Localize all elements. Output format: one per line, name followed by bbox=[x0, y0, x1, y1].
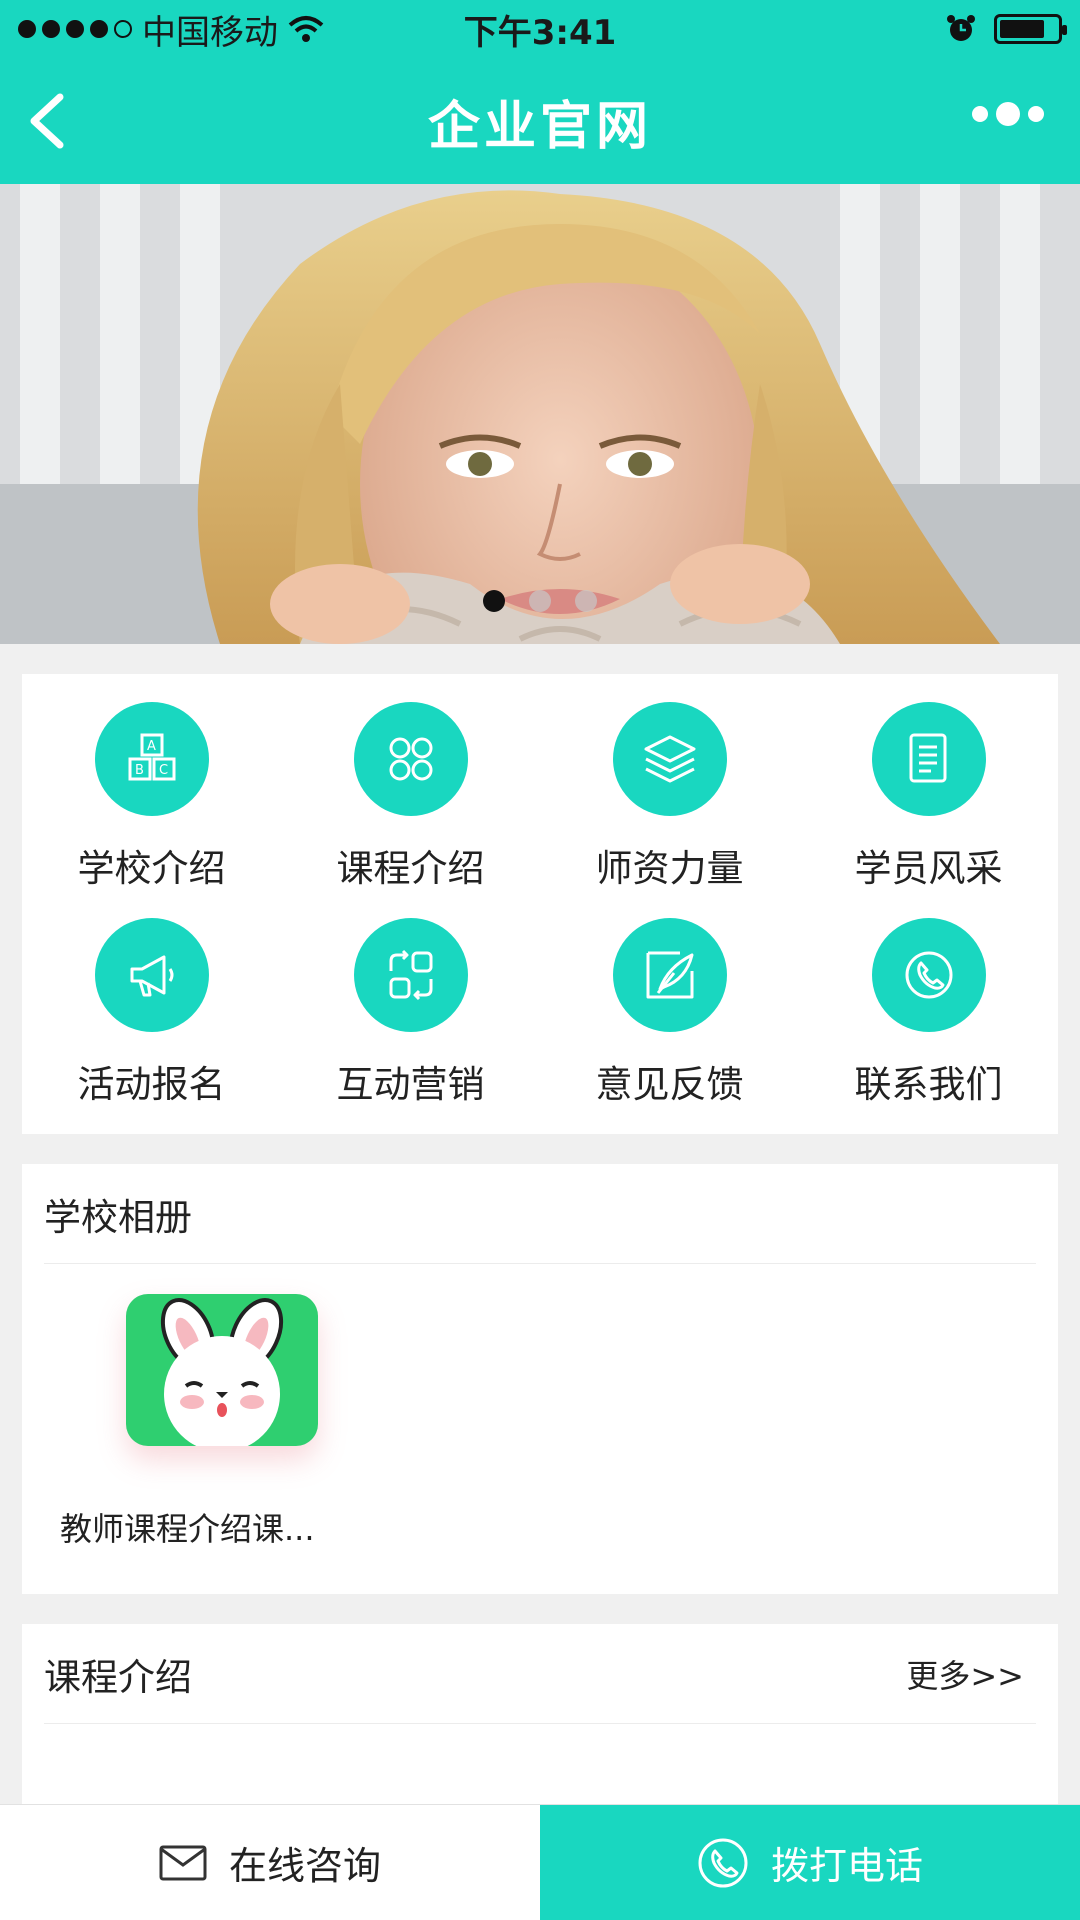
menu-item-school-intro[interactable]: A B C 学校介绍 bbox=[22, 702, 281, 918]
layers-icon bbox=[612, 702, 727, 816]
more-button[interactable] bbox=[972, 102, 1044, 126]
more-link[interactable]: 更多>> bbox=[906, 1651, 1024, 1697]
menu-item-student-showcase[interactable]: 学员风采 bbox=[799, 702, 1058, 918]
wifi-icon bbox=[288, 16, 324, 42]
battery-icon bbox=[994, 14, 1067, 44]
megaphone-icon bbox=[94, 918, 209, 1032]
nav-bar: 企业官网 bbox=[0, 58, 1080, 184]
banner-carousel[interactable] bbox=[0, 184, 1080, 644]
carousel-indicators bbox=[0, 590, 1080, 612]
call-label: 拨打电话 bbox=[770, 1844, 923, 1888]
phone-icon bbox=[698, 1838, 748, 1887]
call-button[interactable]: 拨打电话 bbox=[540, 1805, 1080, 1920]
feather-icon bbox=[612, 918, 727, 1032]
abc-blocks-icon: A B C bbox=[94, 702, 209, 816]
alarm-clock-icon bbox=[947, 15, 975, 41]
album-thumbnail bbox=[126, 1294, 318, 1446]
menu-item-feedback[interactable]: 意见反馈 bbox=[540, 918, 799, 1134]
chevron-left-icon bbox=[30, 93, 64, 149]
feature-menu: A B C 学校介绍 课程介绍 师资力量 学员风采 活动报名 互动营销 意见反馈… bbox=[22, 674, 1058, 1134]
page: 中国移动 下午3:41 企业官网 A B C 学校介绍 课程介绍 师资力量 学员… bbox=[0, 0, 1080, 1920]
carousel-dot[interactable] bbox=[575, 590, 597, 612]
signal-strength-icon bbox=[18, 20, 132, 38]
menu-label: 师资力量 bbox=[595, 847, 744, 890]
back-button[interactable] bbox=[26, 88, 86, 154]
status-bar: 中国移动 下午3:41 bbox=[0, 0, 1080, 58]
menu-item-interactive-marketing[interactable]: 互动营销 bbox=[281, 918, 540, 1134]
phone-icon bbox=[871, 918, 986, 1032]
bottom-action-bar: 在线咨询 拨打电话 bbox=[0, 1804, 1080, 1920]
status-right bbox=[946, 14, 1067, 44]
menu-label: 学员风采 bbox=[854, 847, 1003, 890]
page-title: 企业官网 bbox=[427, 96, 652, 157]
carrier-label: 中国移动 bbox=[142, 12, 278, 53]
menu-item-contact-us[interactable]: 联系我们 bbox=[799, 918, 1058, 1134]
more-dot-icon bbox=[996, 102, 1020, 126]
status-left: 中国移动 bbox=[18, 5, 324, 54]
menu-label: 意见反馈 bbox=[595, 1063, 744, 1106]
svg-text:B: B bbox=[135, 763, 144, 778]
menu-label: 活动报名 bbox=[77, 1063, 226, 1106]
section-title: 学校相册 bbox=[44, 1195, 192, 1239]
four-leaf-icon bbox=[353, 702, 468, 816]
menu-item-course-intro[interactable]: 课程介绍 bbox=[281, 702, 540, 918]
carousel-dot[interactable] bbox=[529, 590, 551, 612]
album-caption: 教师课程介绍课... bbox=[60, 1510, 315, 1548]
section-header: 课程介绍 更多>> bbox=[44, 1624, 1036, 1724]
svg-text:A: A bbox=[147, 739, 156, 754]
carousel-dot-active[interactable] bbox=[483, 590, 505, 612]
svg-text:C: C bbox=[159, 763, 168, 778]
online-consult-label: 在线咨询 bbox=[228, 1844, 381, 1888]
menu-label: 互动营销 bbox=[336, 1063, 485, 1106]
document-icon bbox=[871, 702, 986, 816]
banner-image bbox=[0, 184, 1080, 644]
menu-item-event-signup[interactable]: 活动报名 bbox=[22, 918, 281, 1134]
section-title: 课程介绍 bbox=[44, 1655, 192, 1699]
menu-label: 联系我们 bbox=[854, 1063, 1003, 1106]
menu-item-faculty[interactable]: 师资力量 bbox=[540, 702, 799, 918]
rabbit-mascot-icon bbox=[160, 1298, 284, 1446]
online-consult-button[interactable]: 在线咨询 bbox=[0, 1805, 540, 1920]
menu-label: 课程介绍 bbox=[336, 847, 485, 890]
envelope-icon bbox=[159, 1845, 207, 1880]
school-album-section: 学校相册 教师课程介绍课... bbox=[22, 1164, 1058, 1594]
section-header: 学校相册 bbox=[44, 1164, 1036, 1264]
more-dot-icon bbox=[972, 106, 988, 122]
exchange-icon bbox=[353, 918, 468, 1032]
menu-label: 学校介绍 bbox=[77, 847, 226, 890]
more-dot-icon bbox=[1028, 106, 1044, 122]
course-intro-section: 课程介绍 更多>> bbox=[22, 1624, 1058, 1804]
